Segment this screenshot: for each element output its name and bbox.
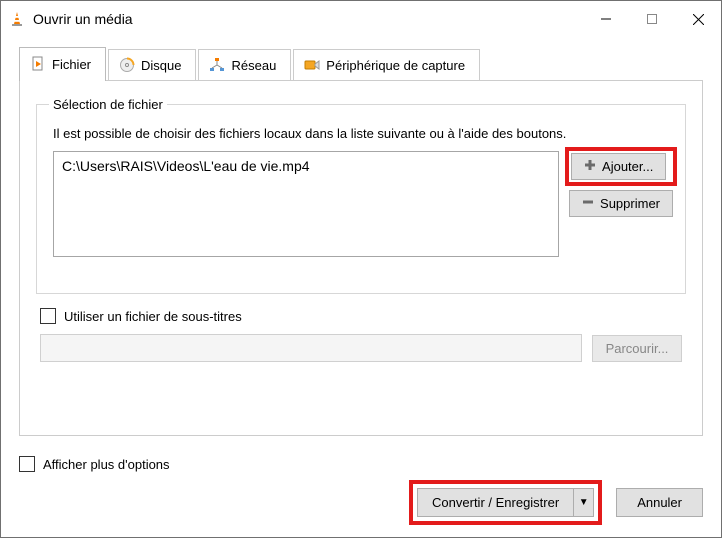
subtitle-checkbox[interactable]: [40, 308, 56, 324]
dialog-footer: Afficher plus d'options Convertir / Enre…: [1, 450, 721, 537]
remove-button-label: Supprimer: [600, 196, 660, 211]
subtitle-checkbox-row[interactable]: Utiliser un fichier de sous-titres: [40, 308, 686, 324]
subtitle-checkbox-label: Utiliser un fichier de sous-titres: [64, 309, 242, 324]
file-selection-hint: Il est possible de choisir des fichiers …: [53, 126, 673, 141]
tabs: Fichier Disque Réseau Périphérique de ca…: [19, 47, 703, 80]
browse-subtitle-button: Parcourir...: [592, 335, 682, 362]
minus-icon: [582, 196, 594, 211]
file-list[interactable]: C:\Users\RAIS\Videos\L'eau de vie.mp4: [53, 151, 559, 257]
convert-button-highlight: Convertir / Enregistrer ▼: [413, 484, 598, 521]
tab-network-label: Réseau: [231, 58, 276, 73]
file-selection-legend: Sélection de fichier: [49, 97, 167, 112]
convert-button-label: Convertir / Enregistrer: [432, 495, 559, 510]
tab-capture-label: Périphérique de capture: [326, 58, 465, 73]
file-icon: [30, 56, 46, 72]
add-button-highlight: Ajouter...: [569, 151, 673, 182]
capture-icon: [304, 57, 320, 73]
tab-file[interactable]: Fichier: [19, 47, 106, 81]
remove-button[interactable]: Supprimer: [569, 190, 673, 217]
tab-disc[interactable]: Disque: [108, 49, 196, 80]
titlebar: Ouvrir un média: [1, 1, 721, 37]
file-selection-group: Sélection de fichier Il est possible de …: [36, 97, 686, 294]
chevron-down-icon: ▼: [579, 497, 589, 508]
cancel-button-label: Annuler: [637, 495, 682, 510]
tab-panel-file: Sélection de fichier Il est possible de …: [19, 80, 703, 436]
cancel-button[interactable]: Annuler: [616, 488, 703, 517]
tab-file-label: Fichier: [52, 57, 91, 72]
subtitle-file-field: [40, 334, 582, 362]
file-list-item[interactable]: C:\Users\RAIS\Videos\L'eau de vie.mp4: [62, 158, 550, 174]
plus-icon: [584, 159, 596, 174]
window-title: Ouvrir un média: [33, 11, 583, 27]
tab-capture[interactable]: Périphérique de capture: [293, 49, 480, 80]
add-button-label: Ajouter...: [602, 159, 653, 174]
convert-dropdown-arrow[interactable]: ▼: [574, 488, 594, 517]
convert-split-button[interactable]: Convertir / Enregistrer ▼: [417, 488, 594, 517]
more-options-label: Afficher plus d'options: [43, 457, 170, 472]
network-icon: [209, 57, 225, 73]
dialog-content: Fichier Disque Réseau Périphérique de ca…: [1, 37, 721, 450]
more-options-row[interactable]: Afficher plus d'options: [19, 456, 170, 472]
more-options-checkbox[interactable]: [19, 456, 35, 472]
browse-subtitle-label: Parcourir...: [606, 341, 669, 356]
disc-icon: [119, 57, 135, 73]
tab-network[interactable]: Réseau: [198, 49, 291, 80]
maximize-button[interactable]: [629, 1, 675, 37]
vlc-cone-icon: [9, 11, 25, 27]
tab-disc-label: Disque: [141, 58, 181, 73]
convert-button[interactable]: Convertir / Enregistrer: [417, 488, 574, 517]
minimize-button[interactable]: [583, 1, 629, 37]
close-button[interactable]: [675, 1, 721, 37]
add-button[interactable]: Ajouter...: [571, 153, 666, 180]
